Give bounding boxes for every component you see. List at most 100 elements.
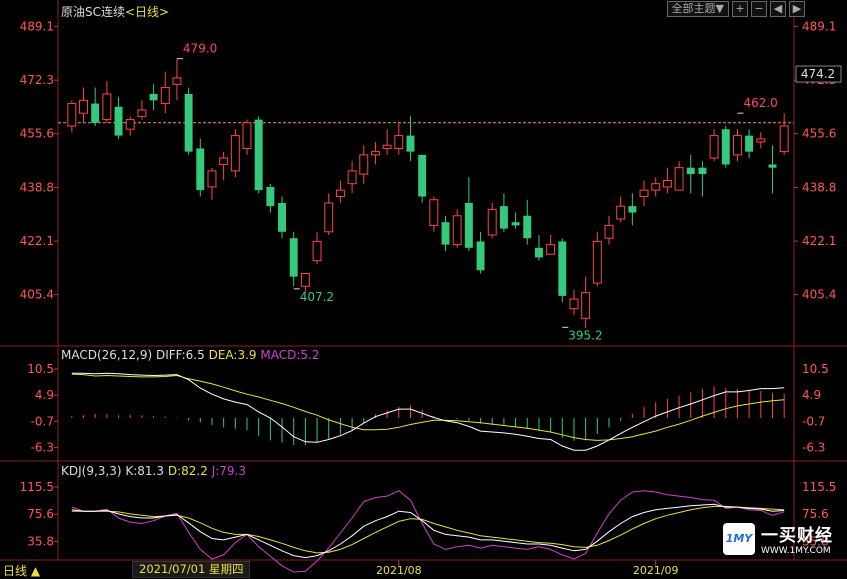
candle-body-down	[441, 222, 450, 245]
candle-body-up	[347, 170, 357, 185]
stock-chart: 489.1489.1472.3472.3455.6455.6438.8438.8…	[0, 0, 847, 577]
macd-diff: DIFF:6.5	[155, 348, 205, 362]
zoom-in-button[interactable]: +	[732, 1, 748, 17]
macd-dea: DEA:3.9	[208, 348, 257, 362]
candle-body-down	[278, 202, 287, 232]
candle-body-up	[324, 202, 334, 233]
watermark-name: 一买财经	[761, 526, 833, 546]
candle-body-down	[91, 103, 100, 123]
candle-body-up	[546, 244, 556, 255]
macd-tick-label: -6.3	[31, 440, 54, 454]
watermark: 1MY 一买财经 WWW.1MY.COM	[723, 521, 833, 556]
scroll-right-button[interactable]: ▶	[789, 1, 805, 17]
current-price-label: 474.2	[801, 67, 835, 81]
candle-body-up	[125, 119, 135, 130]
kdj-tick-label: 35.8	[27, 534, 54, 548]
candle-body-up	[616, 205, 626, 220]
watermark-url: WWW.1MY.COM	[761, 546, 831, 556]
kdj-k: K:81.3	[125, 464, 165, 478]
candle-body-up	[651, 183, 661, 191]
candle-body-up	[207, 170, 217, 188]
price-tick-label: 422.1	[20, 234, 54, 248]
candle-body-down	[266, 186, 275, 207]
candle-body-down	[499, 206, 508, 229]
price-tick-label: 455.6	[802, 127, 836, 141]
candle-body-up	[102, 93, 112, 121]
price-tick-label: 489.1	[802, 19, 836, 33]
candle-body-up	[639, 189, 649, 198]
macd-tick-label: -0.7	[31, 414, 54, 428]
candle-body-down	[523, 215, 532, 239]
macd-tick-label: 4.9	[35, 388, 54, 402]
macd-value: MACD:5.2	[260, 348, 320, 362]
candle-body-up	[581, 292, 591, 319]
period-label[interactable]: <日线>	[125, 5, 169, 19]
candle-body-up	[67, 103, 77, 127]
kdj-tick-label: 115.5	[20, 480, 54, 494]
kdj-j: J:79.3	[211, 464, 246, 478]
macd-legend: MACD(26,12,9) DIFF:6.5 DEA:3.9 MACD:5.2	[61, 348, 319, 362]
candle-body-down	[476, 241, 485, 271]
price-tick-label: 405.4	[20, 288, 54, 302]
candle-body-down	[184, 93, 193, 152]
candle-body-up	[429, 199, 439, 226]
macd-name: MACD(26,12,9)	[61, 348, 153, 362]
candle-body-down	[114, 106, 123, 136]
candle-body-up	[312, 240, 322, 262]
kdj-tick-label: 75.6	[27, 507, 54, 521]
candle-body-down	[196, 148, 205, 191]
candle-body-down	[254, 119, 263, 191]
kdj-d: D:82.2	[167, 464, 208, 478]
candle-body-down	[149, 93, 158, 101]
candle-body-down	[534, 247, 543, 258]
price-tick-label: 472.3	[20, 73, 54, 87]
kdj-tick-label: 75.6	[802, 507, 829, 521]
candle-body-up	[674, 167, 684, 191]
candle-body-down	[406, 135, 415, 152]
price-tick-label: 489.1	[20, 19, 54, 33]
watermark-logo-icon: 1MY	[723, 522, 755, 555]
candle-body-down	[686, 167, 695, 175]
candle-body-up	[219, 157, 229, 165]
candle-body-down	[418, 154, 427, 197]
candle-body-up	[370, 151, 380, 156]
candle-body-down	[511, 222, 520, 226]
candle-body-up	[604, 224, 614, 239]
toolbar: 全部主题▼ + − ◀ ▶	[666, 1, 805, 17]
price-tick-label: 455.6	[20, 127, 54, 141]
macd-diff-line	[71, 372, 785, 451]
candle-body-up	[359, 154, 369, 175]
zoom-out-button[interactable]: −	[751, 1, 767, 17]
symbol-name: 原油SC连续	[61, 5, 125, 19]
candle-body-up	[335, 189, 345, 198]
kdj-d-line	[71, 505, 785, 554]
candle-body-down	[745, 135, 754, 152]
candle-body-down	[768, 164, 777, 168]
candle-body-up	[452, 215, 462, 246]
macd-tick-label: 4.9	[802, 388, 821, 402]
candle-body-up	[662, 180, 672, 188]
candle-body-up	[160, 87, 170, 105]
candle-body-up	[79, 99, 88, 114]
candle-body-up	[300, 272, 310, 287]
candle-body-up	[592, 240, 602, 284]
annotation-low-label: 407.2	[300, 290, 334, 304]
candle-body-up	[756, 138, 766, 143]
candle-body-up	[172, 77, 182, 85]
macd-tick-label: -6.3	[802, 440, 825, 454]
candle-body-down	[628, 206, 637, 213]
chart-title: 原油SC连续<日线>	[61, 3, 169, 20]
period-tab[interactable]: 日线 ▲	[3, 562, 40, 579]
annotation-high-label: 462.0	[743, 96, 777, 110]
cursor-date: 2021/07/01 星期四	[132, 561, 251, 578]
candle-body-down	[558, 241, 567, 296]
scroll-left-button[interactable]: ◀	[770, 1, 786, 17]
macd-tick-label: 10.5	[27, 362, 54, 376]
candle-body-up	[732, 135, 742, 156]
price-tick-label: 438.8	[802, 181, 836, 195]
footer-bar: 日线 ▲ 2021/07/01 星期四	[0, 560, 847, 578]
price-tick-label: 422.1	[802, 234, 836, 248]
theme-dropdown[interactable]: 全部主题▼	[666, 1, 729, 17]
candle-body-up	[230, 135, 240, 172]
kdj-legend: KDJ(9,3,3) K:81.3 D:82.2 J:79.3	[61, 464, 246, 478]
